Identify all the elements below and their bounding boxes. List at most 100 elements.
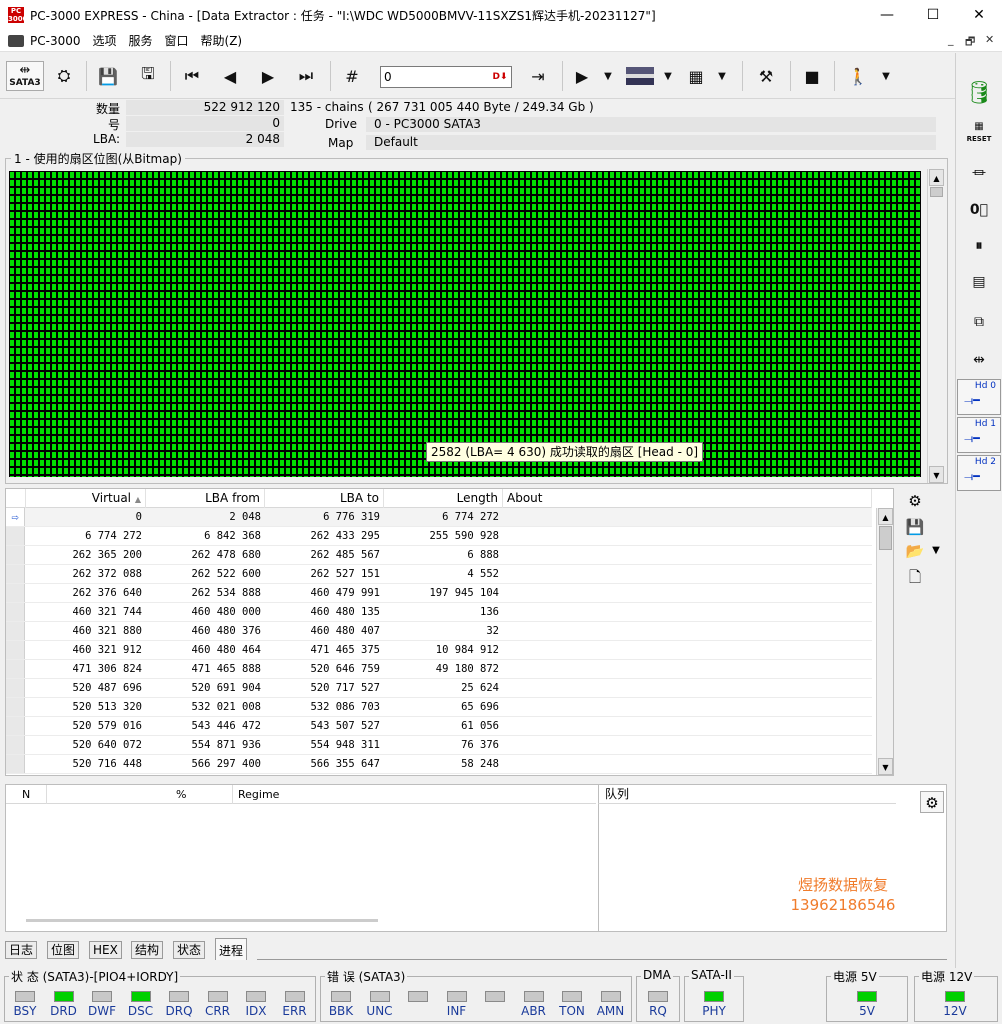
scroll-thumb[interactable] [879, 526, 892, 550]
table-row[interactable]: 262 376 640 262 534 888 460 479 991 197 945… [6, 584, 872, 603]
first-button[interactable]: ⏮ [180, 61, 204, 91]
table-row[interactable]: 460 321 744 460 480 000 460 480 135 136 [6, 603, 872, 622]
queue-settings-button[interactable]: ⚙ [920, 791, 944, 813]
exit-button[interactable]: 🚶 [844, 61, 872, 91]
head-0-button[interactable]: Hd 0 ⟞━ [957, 379, 1001, 415]
mdi-restore-button[interactable]: 🗗 [965, 33, 975, 52]
header-lba-to[interactable]: LBA to [265, 489, 384, 508]
tab-hex[interactable]: HEX [89, 941, 122, 959]
view-mode-dropdown[interactable]: ▼ [660, 61, 676, 91]
chevron-down-icon: ▼ [718, 70, 726, 82]
table-row[interactable]: 520 640 072 554 871 936 554 948 311 76 376 [6, 736, 872, 755]
table-row[interactable]: 262 372 088 262 522 600 262 527 151 4 552 [6, 565, 872, 584]
toolbar-separator [170, 61, 171, 91]
stop-button[interactable]: ■ [800, 61, 824, 91]
head-2-button[interactable]: Hd 2 ⟞━ [957, 455, 1001, 491]
table-save-button[interactable]: 💾 [902, 516, 928, 538]
table-row[interactable]: 460 321 880 460 480 376 460 480 407 32 [6, 622, 872, 641]
col-percent[interactable]: % [176, 785, 186, 804]
tab-structure[interactable]: 结构 [131, 941, 164, 959]
scroll-down-icon[interactable]: ▼ [929, 466, 944, 483]
header-virtual[interactable]: Virtual ▲ [26, 489, 146, 508]
exit-dropdown[interactable]: ▼ [878, 61, 894, 91]
grid-dropdown[interactable]: ▼ [714, 61, 730, 91]
address-direction-icon[interactable]: D⬇ [490, 68, 510, 86]
process-hscroll[interactable] [26, 919, 378, 922]
gear-drive-icon: ⛭ [57, 66, 71, 85]
scroll-up-icon[interactable]: ▲ [929, 169, 944, 186]
mdi-minimize-button[interactable]: _ [948, 33, 954, 46]
header-length[interactable]: Length [384, 489, 503, 508]
grid-button[interactable]: ▦ [682, 61, 710, 91]
save-map-button[interactable]: 💾 [94, 61, 122, 91]
table-new-button[interactable]: 🗋 [902, 566, 928, 588]
menu-window[interactable]: 窗口 [159, 32, 195, 49]
next-button[interactable]: ▶ [256, 61, 280, 91]
table-row[interactable]: 471 306 824 471 465 888 520 646 759 49 180 … [6, 660, 872, 679]
table-settings-button[interactable]: ⚙ [902, 490, 928, 512]
goto-button[interactable]: # [340, 61, 364, 91]
power-control-button[interactable]: ⏛ [962, 157, 996, 191]
reset-button[interactable]: ▦ RESET [962, 117, 996, 151]
cell-lba-to: 520 646 759 [310, 663, 380, 675]
table-row[interactable]: 520 513 320 532 021 008 532 086 703 65 696 [6, 698, 872, 717]
table-scrollbar[interactable]: ▲ ▼ [876, 508, 893, 775]
sata-port-button[interactable]: ⇹ SATA3 [6, 61, 44, 91]
play-button[interactable]: ▶ [572, 61, 592, 91]
head-1-button[interactable]: Hd 1 ⟞━ [957, 417, 1001, 453]
save-all-icon: 🖫 [141, 63, 155, 83]
header-lba-from[interactable]: LBA from [146, 489, 265, 508]
save-all-button[interactable]: 🖫 [134, 61, 162, 91]
menu-options[interactable]: 选项 [86, 32, 122, 49]
tab-status[interactable]: 状态 [173, 941, 206, 959]
scroll-thumb[interactable] [930, 187, 943, 197]
drive-settings-button[interactable]: ⛭ [50, 61, 78, 91]
menu-service[interactable]: 服务 [123, 32, 159, 49]
prev-button[interactable]: ◀ [218, 61, 242, 91]
col-regime[interactable]: Regime [238, 785, 279, 804]
bitmap-scrollbar[interactable]: ▲ ▼ [927, 169, 944, 483]
status-led: BSY [7, 977, 43, 1018]
mdi-close-button[interactable]: ✕ [985, 33, 994, 46]
header-about[interactable]: About [503, 489, 872, 508]
voltage-button[interactable]: 0⃝ [962, 193, 996, 227]
scroll-down-icon[interactable]: ▼ [878, 758, 893, 775]
drive-database-button[interactable]: 🛢 [962, 77, 996, 111]
led-lamp [331, 991, 351, 1002]
sata-connect-button[interactable]: ⇹ [962, 343, 996, 377]
menu-pc3000[interactable]: PC-3000 [24, 34, 86, 48]
cell-virtual: 262 365 200 [72, 549, 142, 561]
table-row[interactable]: 6 774 272 6 842 368 262 433 295 255 590 928 [6, 527, 872, 546]
info-panel: 数量 522 912 120 135 - chains ( 267 731 00… [0, 99, 955, 153]
view-mode-button[interactable] [624, 61, 656, 91]
tab-process[interactable]: 进程 [215, 938, 248, 960]
scroll-up-icon[interactable]: ▲ [878, 508, 893, 525]
chip-settings-button[interactable]: ▤ [962, 265, 996, 299]
status-led: DRD [46, 977, 82, 1018]
minimize-button[interactable]: — [864, 0, 910, 30]
chevron-down-icon: ▼ [882, 70, 890, 82]
tab-log[interactable]: 日志 [5, 941, 38, 959]
save-icon: 💾 [905, 518, 925, 536]
table-open-button[interactable]: 📂 [902, 540, 928, 562]
play-dropdown[interactable]: ▼ [600, 61, 616, 91]
goto-address-button[interactable]: ⇥ [524, 61, 552, 91]
table-row[interactable]: 520 716 448 566 297 400 566 355 647 58 248 [6, 755, 872, 774]
copy-close-button[interactable]: ⧉ [962, 305, 996, 339]
cell-length: 136 [480, 606, 499, 618]
close-button[interactable]: ✕ [956, 0, 1002, 30]
col-n[interactable]: N [22, 785, 30, 804]
menu-help[interactable]: 帮助(Z) [195, 32, 249, 49]
tab-bitmap[interactable]: 位图 [47, 941, 80, 959]
table-row[interactable]: 262 365 200 262 478 680 262 485 567 6 888 [6, 546, 872, 565]
last-button[interactable]: ⏭ [294, 61, 318, 91]
table-row[interactable]: ⇨ 0 2 048 6 776 319 6 774 272 [6, 508, 872, 527]
maximize-button[interactable]: ☐ [910, 0, 956, 30]
row-indicator [6, 679, 25, 697]
table-open-dropdown[interactable]: ▼ [928, 540, 944, 562]
table-row[interactable]: 460 321 912 460 480 464 471 465 375 10 984 … [6, 641, 872, 660]
table-row[interactable]: 520 487 696 520 691 904 520 717 527 25 624 [6, 679, 872, 698]
tools-button[interactable]: ⚒ [752, 61, 780, 91]
table-row[interactable]: 520 579 016 543 446 472 543 507 527 61 056 [6, 717, 872, 736]
pause-button[interactable]: ⏸ [962, 229, 996, 263]
